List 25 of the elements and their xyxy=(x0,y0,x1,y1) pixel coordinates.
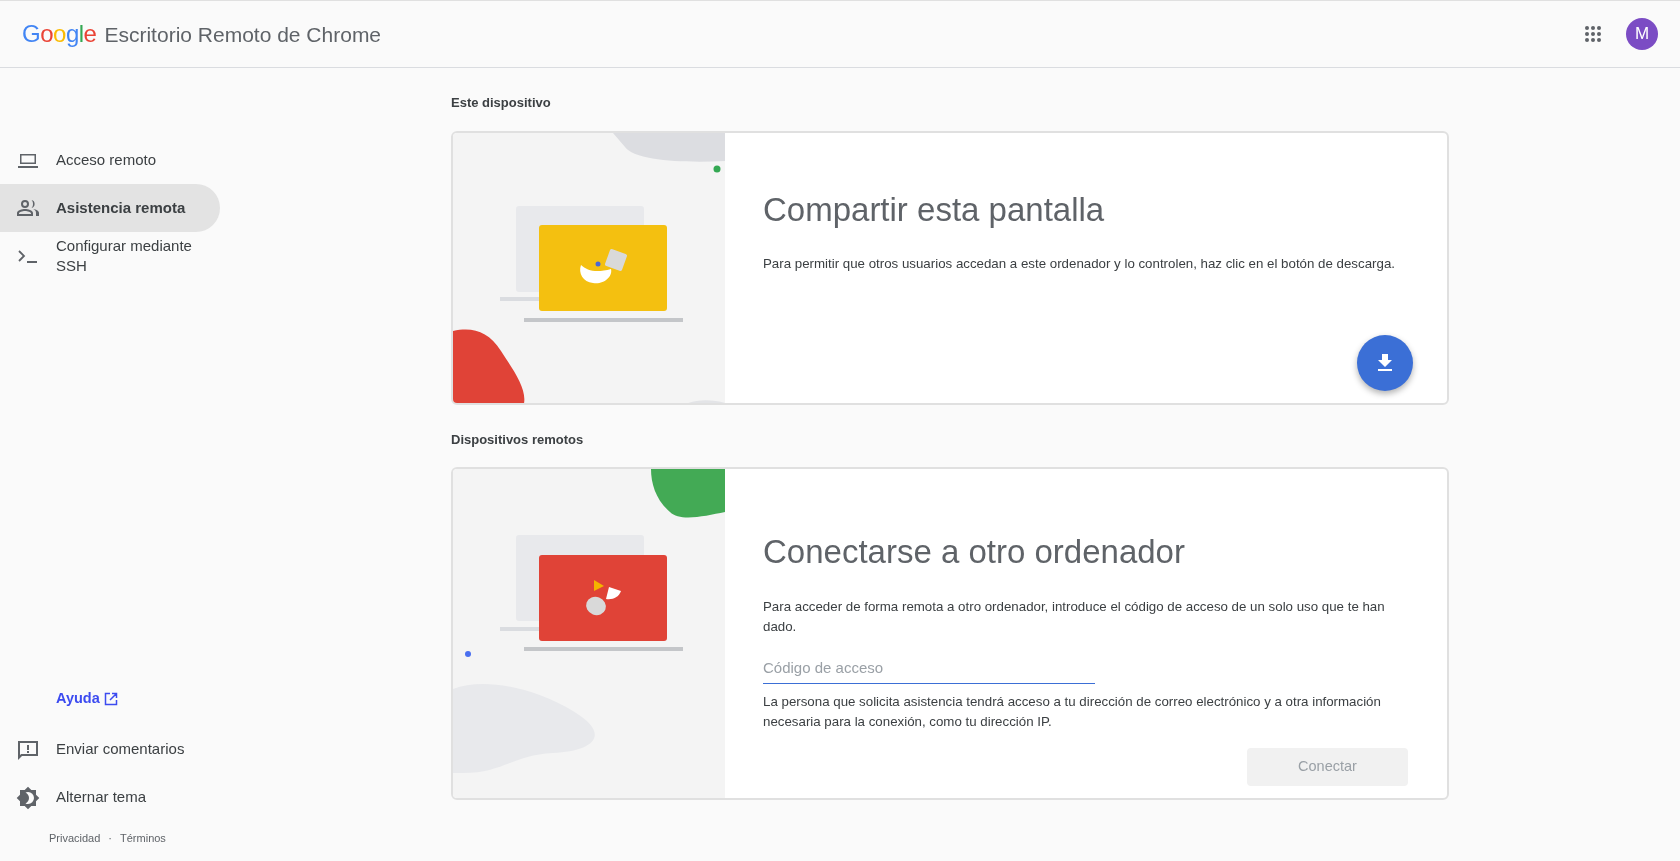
card-description: Para acceder de forma remota a otro ordenador, introduce el código de acceso de un solo uso que te han dado. xyxy=(763,597,1386,636)
privacy-link[interactable]: Privacidad xyxy=(49,829,101,846)
card-title: Conectarse a otro ordenador xyxy=(763,532,1186,572)
section-heading: Dispositivos remotos xyxy=(451,430,585,449)
apps-grid-button[interactable] xyxy=(1584,25,1602,43)
download-icon xyxy=(1377,353,1393,372)
terms-link[interactable]: Términos xyxy=(120,829,166,846)
app-title: Escritorio Remoto de Chrome xyxy=(104,22,382,48)
card-title: Compartir esta pantalla xyxy=(763,189,1106,230)
theme-icon xyxy=(16,785,40,810)
help-link[interactable]: Ayuda xyxy=(56,687,118,710)
sidebar-item[interactable]: Asistencia remota xyxy=(0,184,220,232)
sidebar-item[interactable]: Configurar mediante SSH xyxy=(0,232,220,280)
section-heading: Este dispositivo xyxy=(451,94,552,112)
privacy-note: La persona que solicita asistencia tendrá acceso a tu dirección de correo electrónico y a otra información necesaria para la conexión, como tu dirección IP. xyxy=(763,693,1382,731)
external-link-icon xyxy=(103,691,118,706)
google-logo: Google xyxy=(22,19,97,49)
sidebar-item[interactable]: Acceso remoto xyxy=(0,136,220,184)
sidebar-item[interactable]: Enviar comentarios xyxy=(0,725,220,774)
account-avatar[interactable]: M xyxy=(1626,18,1658,50)
card-description: Para permitir que otros usuarios accedan a este ordenador y lo controlen, haz clic en el botón de descarga. xyxy=(763,255,1396,273)
sidebar-item[interactable]: Alternar tema xyxy=(0,773,220,822)
download-button[interactable] xyxy=(1357,334,1413,391)
separator-dot: · xyxy=(108,830,113,846)
access-code-field[interactable]: Código de acceso xyxy=(763,652,1095,684)
